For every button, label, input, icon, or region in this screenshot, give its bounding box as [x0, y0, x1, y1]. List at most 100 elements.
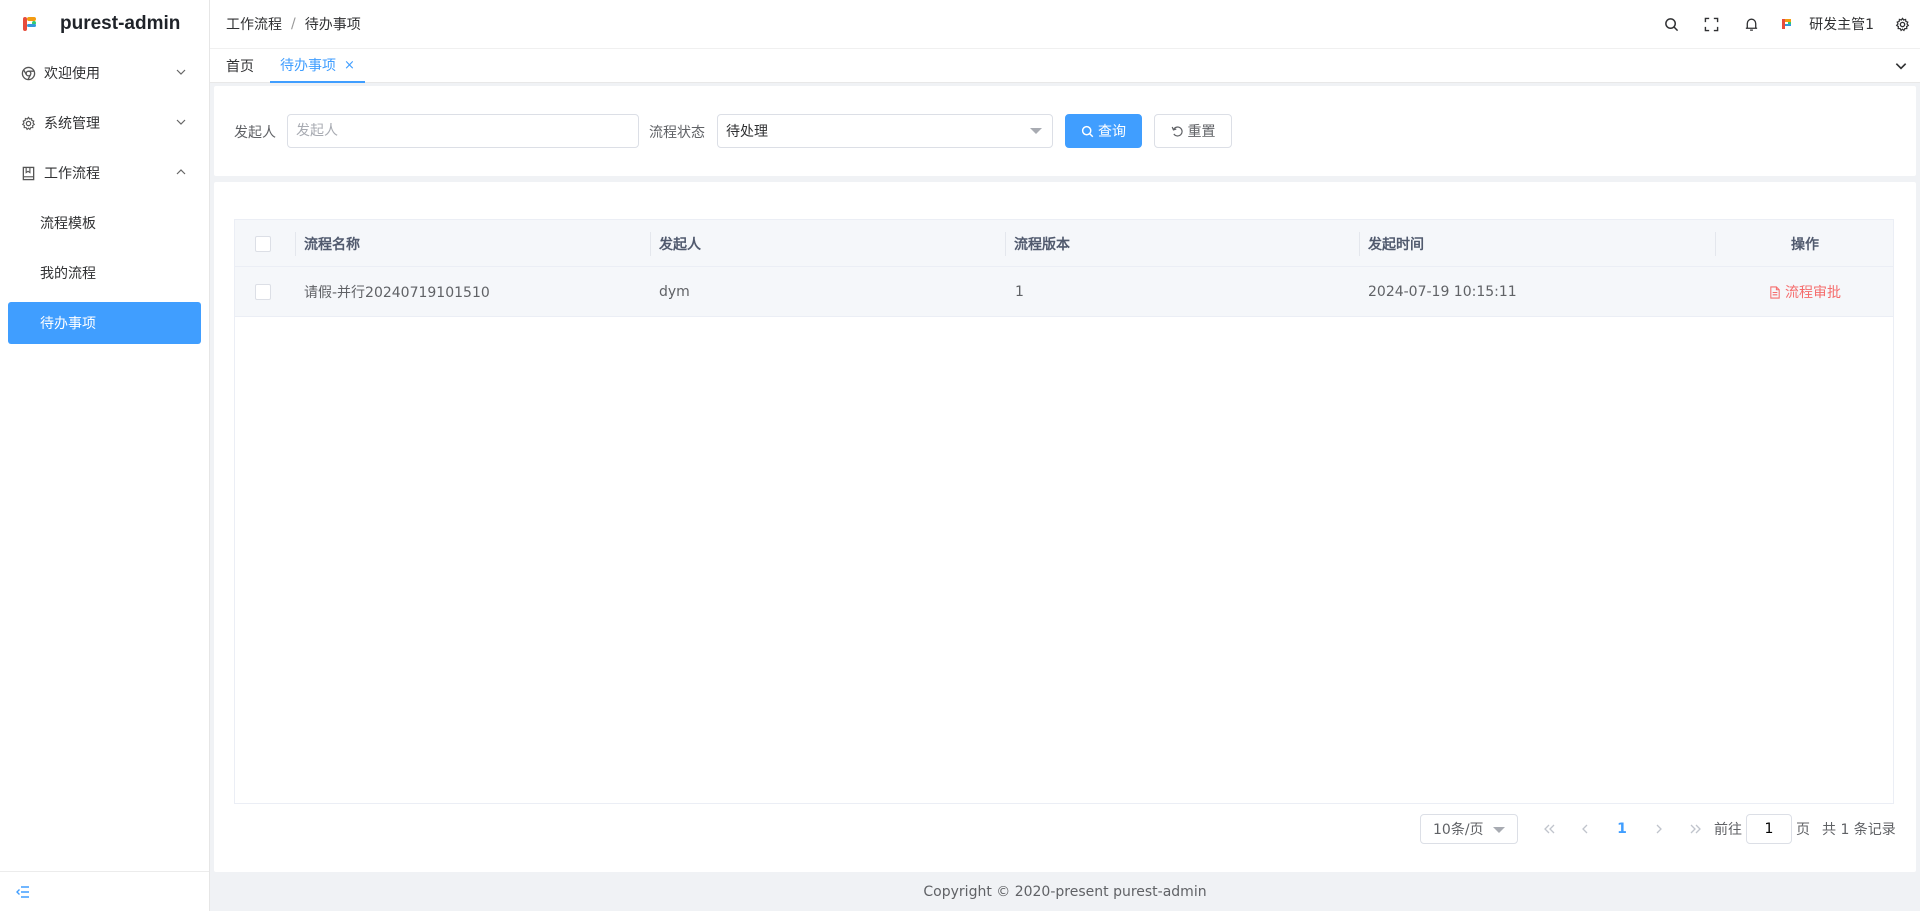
select-all-checkbox[interactable]: [255, 220, 271, 267]
status-select-value: 待处理: [726, 124, 768, 140]
status-select[interactable]: 待处理: [717, 114, 1053, 148]
double-chevron-right-icon: [1690, 824, 1701, 834]
sidebar-item-label: 我的流程: [40, 266, 96, 282]
chevron-right-icon: [1656, 824, 1662, 834]
table-card: 流程名称 发起人 流程版本 发起时间 操作 请假-并行2024071910151…: [214, 182, 1916, 872]
gear-icon: [1895, 16, 1909, 31]
sidebar-item-label: 系统管理: [44, 116, 100, 132]
document-icon: [1770, 285, 1780, 299]
tab-home[interactable]: 首页: [226, 49, 254, 83]
tab-label: 首页: [226, 59, 254, 75]
goto-prefix: 前往: [1714, 822, 1742, 838]
initiator-label: 发起人: [234, 125, 276, 141]
total-records: 共 1 条记录: [1822, 822, 1896, 838]
cell-action: 流程审批: [1715, 267, 1895, 317]
chrome-icon: [20, 65, 36, 81]
breadcrumb: 工作流程 / 待办事项: [210, 14, 361, 34]
row-checkbox[interactable]: [255, 267, 271, 317]
search-form: 发起人 流程状态 待处理 查询 重置: [214, 86, 1916, 176]
top-header: 工作流程 / 待办事项 研发主管1: [210, 0, 1920, 48]
tab-todo[interactable]: 待办事项 ×: [270, 49, 365, 83]
user-menu[interactable]: 研发主管1: [1771, 14, 1884, 34]
breadcrumb-item-current: 待办事项: [304, 17, 361, 33]
avatar: [1781, 17, 1793, 31]
gear-icon: [20, 115, 36, 131]
page-size-value: 10条/页: [1433, 822, 1484, 838]
caret-down-icon: [1030, 128, 1042, 134]
sidebar-item-my-flow[interactable]: 我的流程: [0, 248, 209, 298]
chevron-left-icon: [1582, 824, 1588, 834]
sidebar-item-label: 工作流程: [44, 166, 100, 182]
tags-more-button[interactable]: [1894, 59, 1908, 77]
page-jumper: 前往 页 共 1 条记录: [1714, 814, 1896, 844]
initiator-input[interactable]: [287, 114, 639, 148]
notification-button[interactable]: [1731, 0, 1771, 48]
fullscreen-button[interactable]: [1691, 0, 1731, 48]
sidebar-item-welcome[interactable]: 欢迎使用: [0, 48, 209, 98]
column-header-name: 流程名称: [304, 236, 360, 253]
approve-link[interactable]: 流程审批: [1769, 282, 1841, 302]
settings-button[interactable]: [1884, 0, 1920, 48]
goto-page-input[interactable]: [1746, 814, 1792, 844]
prev-page-button[interactable]: [1570, 814, 1600, 844]
pagination: 10条/页 1 前往 页 共 1 条记录: [214, 814, 1916, 844]
search-icon: [1664, 17, 1678, 31]
checkbox: [255, 284, 271, 300]
column-header-version: 流程版本: [1014, 236, 1070, 253]
page-size-select[interactable]: 10条/页: [1420, 814, 1518, 844]
table-row: 请假-并行20240719101510 dym 1 2024-07-19 10:…: [235, 267, 1893, 317]
cell-time: 2024-07-19 10:15:11: [1368, 284, 1517, 300]
sidebar-item-todo[interactable]: 待办事项: [8, 302, 201, 344]
tags-bar: 首页 待办事项 ×: [210, 48, 1920, 83]
reset-button[interactable]: 重置: [1154, 114, 1232, 148]
cell-name: 请假-并行20240719101510: [304, 285, 490, 301]
goto-suffix: 页: [1796, 822, 1810, 838]
bell-icon: [1745, 17, 1757, 31]
cell-initiator: dym: [659, 284, 690, 300]
fullscreen-icon: [1704, 17, 1718, 31]
sidebar: purest-admin 欢迎使用 系统管理 工作流程 流程模板 我的流程 待办…: [0, 0, 210, 911]
sidebar-item-workflow[interactable]: 工作流程: [0, 148, 209, 198]
search-button[interactable]: [1651, 0, 1691, 48]
column-header-initiator: 发起人: [659, 236, 701, 253]
app-title: purest-admin: [60, 13, 181, 34]
breadcrumb-item[interactable]: 工作流程: [226, 14, 282, 34]
caret-down-icon: [1493, 827, 1505, 833]
query-button[interactable]: 查询: [1065, 114, 1142, 148]
table-header: 流程名称 发起人 流程版本 发起时间 操作: [235, 220, 1893, 267]
sidebar-item-label: 待办事项: [40, 316, 96, 332]
sidebar-item-flow-template[interactable]: 流程模板: [0, 198, 209, 248]
close-icon[interactable]: ×: [344, 58, 355, 73]
status-label: 流程状态: [649, 125, 705, 141]
last-page-button[interactable]: [1681, 814, 1711, 844]
first-page-button[interactable]: [1534, 814, 1564, 844]
next-page-button[interactable]: [1644, 814, 1674, 844]
reset-button-label: 重置: [1187, 124, 1216, 140]
todo-table: 流程名称 发起人 流程版本 发起时间 操作 请假-并行2024071910151…: [234, 219, 1894, 804]
logo-icon: [20, 13, 42, 35]
user-name: 研发主管1: [1809, 17, 1874, 33]
double-chevron-left-icon: [1544, 824, 1555, 834]
page-number-current[interactable]: 1: [1607, 814, 1637, 844]
header-actions: 研发主管1: [1651, 0, 1920, 48]
chevron-down-icon: [176, 119, 186, 125]
sidebar-item-label: 流程模板: [40, 216, 96, 232]
copyright-text: Copyright © 2020-present purest-admin: [923, 883, 1207, 900]
logo[interactable]: purest-admin: [0, 0, 209, 48]
search-icon: [1081, 125, 1094, 137]
collapse-menu-icon: [16, 885, 29, 898]
chevron-up-icon: [176, 169, 186, 175]
checkbox: [255, 235, 271, 252]
sidebar-item-label: 欢迎使用: [44, 66, 100, 82]
column-header-action: 操作: [1791, 236, 1819, 253]
chevron-down-icon: [176, 69, 186, 75]
sidebar-item-system[interactable]: 系统管理: [0, 98, 209, 148]
cell-version: 1: [1015, 284, 1024, 300]
footer: Copyright © 2020-present purest-admin: [210, 872, 1920, 911]
tab-label: 待办事项: [280, 58, 336, 74]
column-header-time: 发起时间: [1368, 236, 1424, 253]
chevron-down-icon: [1895, 63, 1907, 70]
approve-link-label: 流程审批: [1785, 285, 1841, 301]
refresh-left-icon: [1171, 125, 1183, 137]
sidebar-collapse-button[interactable]: [0, 871, 209, 911]
